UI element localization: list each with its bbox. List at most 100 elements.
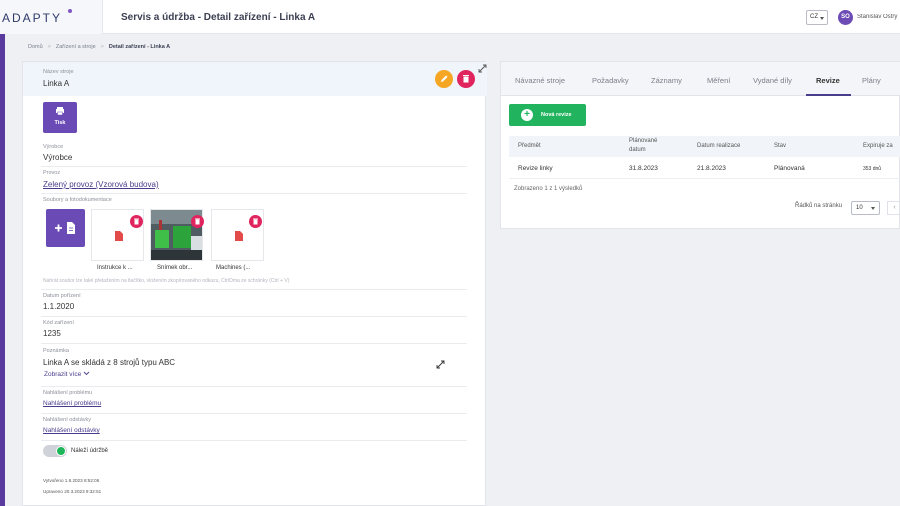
divider <box>41 343 467 344</box>
file-delete-button-1[interactable] <box>130 215 143 228</box>
language-value: CZ <box>810 14 818 20</box>
rows-per-page-label: Řádků na stránku <box>795 203 843 209</box>
breadcrumb-item-devices[interactable]: Zařízení a stroje <box>56 44 96 50</box>
operation-label: Provoz <box>43 170 61 176</box>
files-hint: Nahrát soubor lze také přetažením na tla… <box>43 278 290 284</box>
purchase-date-value: 1.1.2020 <box>43 302 75 311</box>
tab-plans[interactable]: Plány <box>862 76 881 85</box>
page-title: Servis a údržba - Detail zařízení - Link… <box>121 12 316 23</box>
plus-icon: + <box>521 109 533 121</box>
column-header-planned[interactable]: Plánované datum <box>629 137 669 155</box>
maintenance-toggle[interactable] <box>43 445 67 457</box>
chevron-left-icon: ‹ <box>893 204 896 211</box>
report-stop-label: Nahlášení odstávky <box>43 417 91 423</box>
report-problem-label: Nahlášení problému <box>43 390 93 396</box>
column-header-expires[interactable]: Expiruje za <box>863 142 893 151</box>
tab-requests[interactable]: Požadavky <box>592 76 629 85</box>
manufacturer-label: Výrobce <box>43 144 64 150</box>
expand-icon[interactable] <box>436 360 445 369</box>
divider <box>41 440 467 441</box>
breadcrumb-separator: > <box>47 44 51 50</box>
logo-dot-icon <box>68 9 72 13</box>
delete-button[interactable] <box>457 70 475 88</box>
files-label: Soubory a fotodokumentace <box>43 197 112 203</box>
cell-planned: 31.8.2023 <box>629 165 658 172</box>
file-name-2[interactable]: Snímek obr... <box>157 265 192 271</box>
add-file-button[interactable] <box>46 209 85 247</box>
operation-link[interactable]: Zelený provoz (Vzorová budova) <box>43 180 159 189</box>
report-problem-link[interactable]: Nahlášení problému <box>43 400 101 407</box>
file-name-1[interactable]: Instrukce k ... <box>97 265 133 271</box>
table-row[interactable]: Revize linky 31.8.2023 21.8.2023 Plánova… <box>509 157 900 179</box>
divider <box>41 413 467 414</box>
column-header-state[interactable]: Stav <box>774 142 786 151</box>
sidebar-accent <box>0 34 5 506</box>
print-button[interactable]: Tisk <box>43 102 77 133</box>
chevron-down-icon <box>820 17 824 20</box>
breadcrumb-item-current: Detail zařízení - Linka A <box>108 44 171 50</box>
breadcrumb-item-home[interactable]: Domů <box>28 44 43 50</box>
add-file-icon <box>55 222 75 234</box>
app-logo[interactable]: ADAPTY <box>0 0 103 34</box>
report-stop-link[interactable]: Nahlášení odstávky <box>43 427 100 434</box>
tab-records[interactable]: Záznamy <box>651 76 682 85</box>
expand-icon[interactable] <box>478 64 487 73</box>
chevron-down-icon <box>83 371 90 376</box>
column-header-realized[interactable]: Datum realizace <box>697 142 740 151</box>
file-delete-button-2[interactable] <box>191 215 204 228</box>
trash-icon <box>253 218 258 225</box>
new-revision-label: Nová revize <box>541 112 572 118</box>
note-label: Poznámka <box>43 348 69 354</box>
maintenance-toggle-label: Náleží údržbě <box>71 448 109 454</box>
toggle-knob <box>56 446 66 456</box>
show-more-label: Zobrazit více <box>44 371 82 378</box>
new-revision-button[interactable]: + Nová revize <box>509 104 586 126</box>
tab-related-machines[interactable]: Návazné stroje <box>515 76 565 85</box>
avatar[interactable]: SO <box>838 10 853 25</box>
device-code-label: Kód zařízení <box>43 320 74 326</box>
tab-bar: Návazné stroje Požadavky Záznamy Měření … <box>501 62 900 96</box>
tab-measurements[interactable]: Měření <box>707 76 730 85</box>
trash-icon <box>463 75 469 83</box>
breadcrumb: Domů > Zařízení a stroje > Detail zařízení -… <box>28 44 170 50</box>
cell-realized: 21.8.2023 <box>697 165 726 172</box>
device-header <box>23 62 487 96</box>
user-name[interactable]: Stanislav Ostrý <box>857 14 900 20</box>
tab-revisions[interactable]: Revize <box>816 76 840 85</box>
print-button-label: Tisk <box>54 120 66 126</box>
file-delete-button-3[interactable] <box>249 215 262 228</box>
related-records-panel: Návazné stroje Požadavky Záznamy Měření … <box>500 61 900 229</box>
divider <box>41 193 467 194</box>
cell-state: Plánovaná <box>774 165 805 172</box>
created-info: Vytvořeno 1.8.2023 8:52:06 <box>43 478 100 483</box>
printer-icon <box>56 107 64 116</box>
chevron-down-icon <box>871 207 875 210</box>
table-header: Předmět Plánované datum Datum realizace … <box>509 136 900 157</box>
divider <box>41 386 467 387</box>
device-name-value: Linka A <box>43 79 70 88</box>
prev-page-button[interactable]: ‹ <box>887 201 900 215</box>
cell-expires: 353 dnů <box>863 166 882 172</box>
purchase-date-label: Datum pořízení <box>43 293 81 299</box>
note-value: Linka A se skládá z 8 strojů typu ABC <box>43 358 176 367</box>
active-tab-indicator <box>806 94 851 96</box>
tab-issued-parts[interactable]: Vydané díly <box>753 76 792 85</box>
device-detail-panel: Název stroje Linka A Tisk Výrobce Výrobc… <box>22 61 487 506</box>
column-header-subject[interactable]: Předmět <box>518 142 541 151</box>
pencil-icon <box>441 75 448 82</box>
edit-button[interactable] <box>435 70 453 88</box>
manufacturer-value: Výrobce <box>43 153 73 162</box>
file-name-3[interactable]: Machines (... <box>216 265 250 271</box>
logo-text: ADAPTY <box>2 11 63 25</box>
rows-per-page-select[interactable]: 10 <box>851 201 880 215</box>
divider <box>41 316 467 317</box>
top-bar: ADAPTY Servis a údržba - Detail zařízení… <box>0 0 900 34</box>
rows-per-page-value: 10 <box>856 205 863 211</box>
divider <box>41 166 467 167</box>
device-name-label: Název stroje <box>43 69 74 75</box>
updated-info: Upraveno 20.3.2023 9:32:51 <box>43 489 102 494</box>
language-selector[interactable]: CZ <box>806 10 828 25</box>
show-more-link[interactable]: Zobrazit více <box>44 371 90 378</box>
results-count: Zobrazeno 1 z 1 výsledků <box>514 186 583 192</box>
cell-subject: Revize linky <box>518 165 553 172</box>
